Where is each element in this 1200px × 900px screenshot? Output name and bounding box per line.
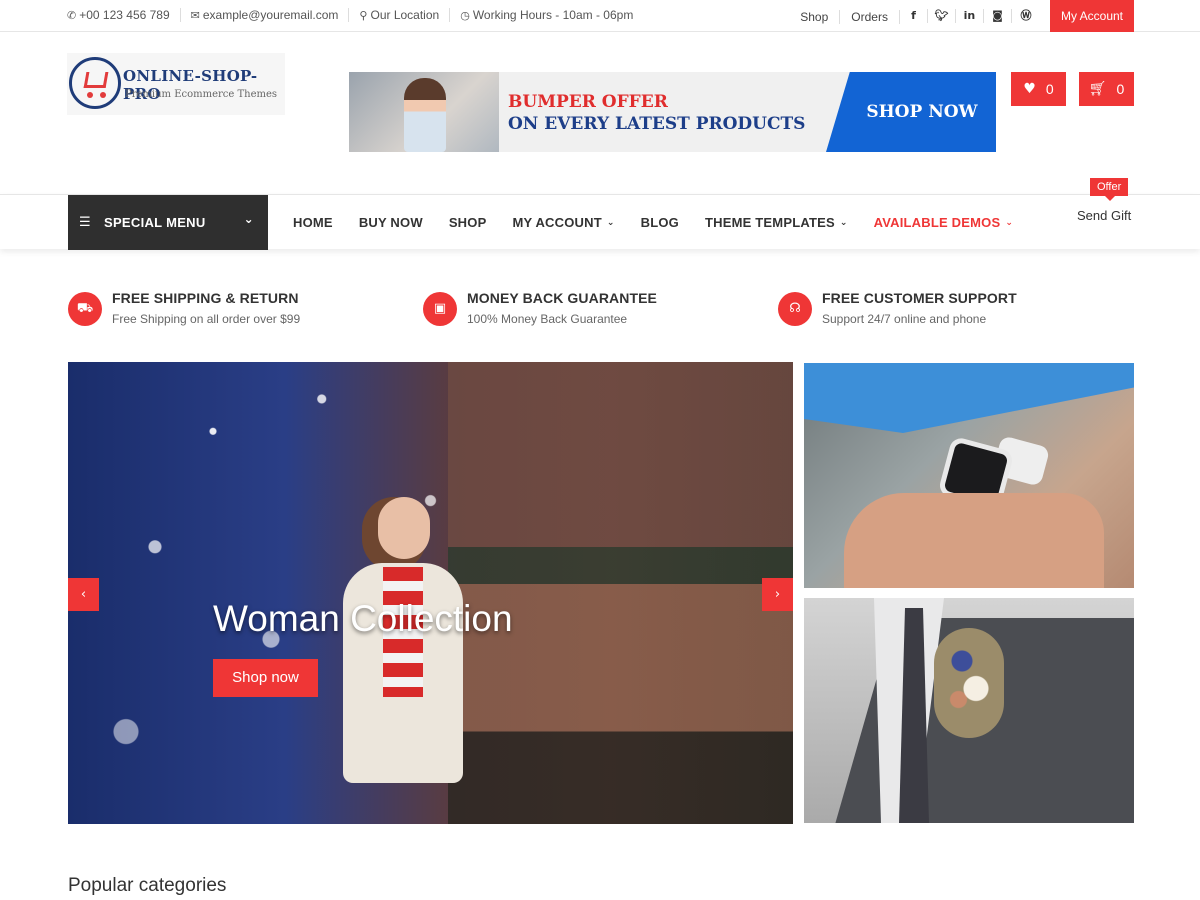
nav-blog-label: BLOG — [640, 215, 679, 230]
chevron-down-icon: ⌄ — [1005, 217, 1014, 228]
banner-shop-now-button[interactable]: SHOP NOW — [826, 72, 996, 152]
nav-home[interactable]: HOME — [280, 215, 346, 230]
phone-text: +00 123 456 789 — [79, 8, 170, 22]
feature-title: FREE SHIPPING & RETURN — [112, 290, 299, 306]
nav-buy-now-label: BUY NOW — [358, 215, 423, 230]
nav-home-label: HOME — [293, 215, 333, 230]
logo-tagline: Premium Ecommerce Themes — [125, 89, 278, 100]
offer-badge: Offer — [1090, 178, 1129, 201]
slide-background — [448, 362, 793, 824]
nav-shop[interactable]: SHOP — [436, 215, 500, 230]
slider-prev-button[interactable]: ‹ — [68, 578, 99, 611]
send-gift-link[interactable]: Send Gift — [1077, 208, 1131, 223]
nav-my-account[interactable]: MY ACCOUNT ⌄ — [499, 215, 627, 230]
cart-button[interactable]: 🛒︎ 0 — [1079, 72, 1134, 106]
slide-image — [323, 497, 483, 824]
top-links: Shop Orders f 🐦︎ in ◙ Ⓦ My Account — [789, 0, 1134, 32]
feature-title: MONEY BACK GUARANTEE — [467, 290, 657, 306]
wordpress-icon[interactable]: Ⓦ — [1012, 9, 1040, 23]
phone-contact: ✆ +00 123 456 789 — [67, 8, 181, 22]
banner-subheadline: ON EVERY LATEST PRODUCTS — [508, 114, 806, 134]
hours-contact: ◷ Working Hours - 10am - 06pm — [460, 8, 643, 22]
shop-link[interactable]: Shop — [789, 10, 841, 24]
wishlist-button[interactable]: ♥ 0 — [1011, 72, 1066, 106]
contact-info: ✆ +00 123 456 789 ✉ example@youremail.co… — [67, 8, 653, 22]
chevron-down-icon: ⌄ — [243, 212, 254, 226]
feature-subtitle: Support 24/7 online and phone — [822, 312, 987, 326]
orders-link[interactable]: Orders — [840, 10, 900, 24]
heart-icon: ♥ — [1023, 81, 1036, 97]
money-icon: ▣ — [423, 292, 457, 326]
hamburger-icon: ☰ — [79, 215, 91, 230]
cart-icon: 🛒︎ — [1088, 81, 1107, 97]
nav-available-demos-label: AVAILABLE DEMOS — [873, 215, 1001, 230]
email-text[interactable]: example@youremail.com — [203, 8, 339, 22]
slide-caption: Woman Collection — [213, 598, 513, 639]
top-bar: ✆ +00 123 456 789 ✉ example@youremail.co… — [0, 0, 1200, 32]
special-menu-button[interactable]: ☰ SPECIAL MENU ⌄ — [68, 195, 268, 250]
clock-icon: ◷ — [460, 8, 470, 22]
my-account-button[interactable]: My Account — [1049, 0, 1134, 32]
linkedin-icon[interactable]: in — [956, 9, 984, 23]
feature-subtitle: 100% Money Back Guarantee — [467, 312, 628, 326]
email-contact[interactable]: ✉ example@youremail.com — [191, 8, 350, 22]
nav-theme-templates[interactable]: THEME TEMPLATES ⌄ — [692, 215, 861, 230]
cart-logo-icon — [69, 57, 121, 109]
banner-headline: BUMPER OFFER — [508, 92, 668, 112]
envelope-icon: ✉ — [190, 8, 200, 22]
site-logo[interactable]: ONLINE-SHOP-PRO Premium Ecommerce Themes — [67, 53, 285, 115]
twitter-icon[interactable]: 🐦︎ — [928, 9, 956, 23]
main-navbar: ☰ SPECIAL MENU ⌄ HOME BUY NOW SHOP MY AC… — [0, 178, 1200, 250]
chevron-down-icon: ⌄ — [606, 217, 615, 228]
phone-icon: ✆ — [67, 8, 77, 22]
headset-icon: ☊ — [778, 292, 812, 326]
slide-shop-now-button[interactable]: Shop now — [213, 659, 318, 697]
special-menu-label: SPECIAL MENU — [103, 215, 206, 230]
nav-theme-templates-label: THEME TEMPLATES — [704, 215, 835, 230]
instagram-icon[interactable]: ◙ — [984, 9, 1012, 23]
chevron-left-icon: ‹ — [80, 587, 87, 602]
location-text: Our Location — [370, 8, 440, 22]
truck-icon: ⛟ — [68, 292, 102, 326]
slider-next-button[interactable]: › — [762, 578, 793, 611]
map-marker-icon: ⚲ — [359, 8, 368, 22]
feature-subtitle: Free Shipping on all order over $99 — [112, 312, 301, 326]
promo-banner[interactable]: BUMPER OFFER ON EVERY LATEST PRODUCTS SH… — [349, 72, 996, 152]
cart-count: 0 — [1116, 81, 1125, 97]
chevron-right-icon: › — [774, 587, 781, 602]
nav-blog[interactable]: BLOG — [628, 215, 692, 230]
hero-slider: Woman Collection Shop now ‹ › — [68, 362, 793, 824]
banner-image — [349, 72, 499, 152]
section-title-popular-categories: Popular categories — [68, 875, 227, 896]
nav-available-demos[interactable]: AVAILABLE DEMOS ⌄ — [861, 215, 1027, 230]
nav-my-account-label: MY ACCOUNT — [512, 215, 602, 230]
hours-text: Working Hours - 10am - 06pm — [472, 8, 634, 22]
promo-tile-watch[interactable] — [804, 363, 1134, 588]
nav-buy-now[interactable]: BUY NOW — [346, 215, 436, 230]
wishlist-count: 0 — [1045, 81, 1054, 97]
nav-shop-label: SHOP — [448, 215, 487, 230]
main-menu: HOME BUY NOW SHOP MY ACCOUNT ⌄ BLOG THEME… — [280, 195, 1026, 250]
chevron-down-icon: ⌄ — [839, 217, 848, 228]
promo-tile-suit[interactable] — [804, 598, 1134, 823]
location-contact: ⚲ Our Location — [359, 8, 451, 22]
feature-title: FREE CUSTOMER SUPPORT — [822, 290, 1017, 306]
facebook-icon[interactable]: f — [900, 9, 928, 23]
